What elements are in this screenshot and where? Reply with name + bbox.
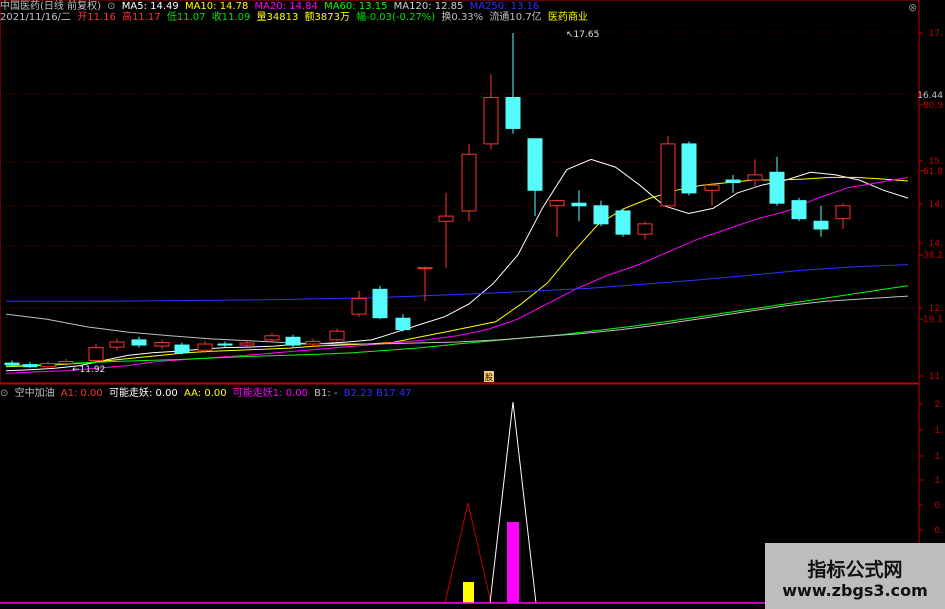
indicator-hidden-values: B2.23 B17.47 [343, 388, 412, 399]
candle-body [505, 96, 521, 129]
candle-body [483, 96, 499, 145]
indicator-tick-label: 2. [934, 400, 943, 410]
quote-high: 高11.17 [122, 12, 161, 23]
candle-body [131, 339, 147, 346]
quote-open: 开11.16 [77, 12, 116, 23]
candle-body [4, 362, 20, 366]
price-tick-label: 61.8 [923, 167, 943, 177]
candle-body [174, 344, 190, 354]
price-tick-label: 11. [929, 372, 943, 382]
price-tick-label: 15. [929, 157, 943, 167]
indicator-tick-label: 0. [934, 526, 943, 536]
ma20-value: MA20: 14.84 [254, 1, 318, 12]
quote-low: 低11.07 [166, 12, 206, 23]
candle-body [197, 343, 213, 351]
watermark-title: 指标公式网 [807, 559, 903, 581]
indicator-a1: A1: 0.00 [60, 388, 103, 399]
indicator-kn1: 可能走妖1: 0.00 [232, 388, 308, 399]
indicator-aa: AA: 0.00 [184, 388, 227, 399]
candle-body [372, 288, 388, 319]
indicator-kn: 可能走妖: 0.00 [108, 388, 178, 399]
high-price-label: ↖17.65 [566, 30, 599, 40]
candle-body [88, 347, 104, 362]
quote-header: 2021/11/16/二 开11.16 高11.17 低11.07 收11.09… [0, 12, 591, 24]
price-tick-label: 14. [929, 200, 943, 210]
stock-chart[interactable]: ↖17.65 ←11.92 股 17. 16.4480.9 15.61.8 14. 14. 3… [0, 0, 945, 609]
candle-body [704, 184, 720, 191]
price-tick-label: 12. [929, 304, 943, 314]
candle-body [791, 200, 807, 220]
indicator-settings-icon[interactable]: ⊙ [0, 388, 8, 399]
event-marker-label: 股 [485, 373, 493, 382]
candle-body [239, 342, 255, 346]
indicator-b1: B1: - [314, 388, 338, 399]
price-tick-label: 80.9 [923, 101, 943, 111]
candle-body [438, 215, 454, 222]
candle-body [681, 143, 697, 194]
indicator-tick-label: 0. [934, 501, 943, 511]
candle-body [571, 202, 587, 207]
price-tick-label: 17. [929, 29, 943, 39]
indicator-header: ⊙ 空中加油 A1: 0.00 可能走妖: 0.00 AA: 0.00 可能走妖… [0, 388, 415, 400]
candle-body [461, 153, 477, 212]
price-tick-label: 16.44 [917, 91, 943, 101]
candle-body [395, 317, 411, 331]
indicator-bar-yellow [463, 582, 474, 603]
candle-body [769, 171, 785, 204]
ma120-line [5, 295, 909, 345]
price-tick-label: 14. [929, 239, 943, 249]
ma120-value: MA120: 12.85 [393, 1, 464, 12]
candle-body [593, 205, 609, 225]
candle-body [725, 179, 741, 184]
candle-body [835, 205, 851, 220]
candle-body [351, 298, 367, 315]
candle-body [615, 210, 631, 235]
candle-body [549, 200, 565, 207]
quote-float-cap: 流通10.7亿 [489, 12, 542, 23]
candle-body [109, 341, 125, 348]
ma60-value: MA60: 13.15 [324, 1, 388, 12]
settings-icon[interactable]: ⊙ [107, 1, 115, 12]
candle-body [40, 363, 56, 368]
ma10-value: MA10: 14.78 [184, 1, 249, 12]
candle-body [154, 341, 170, 347]
price-axis: 17. 16.4480.9 15.61.8 14. 14. 38.2 12.19.1 11. 2… [917, 29, 943, 536]
candle-body [58, 361, 74, 365]
indicator-tick-label: 1. [934, 476, 943, 486]
candle-body [747, 174, 763, 181]
indicator-tick-label: 1. [934, 452, 943, 462]
watermark: 指标公式网 www.zbgs3.com [765, 543, 945, 609]
ma5-value: MA5: 14.49 [121, 1, 179, 12]
candle-body [527, 138, 543, 191]
quote-industry: 医药商业 [547, 12, 588, 23]
candle-body [217, 343, 233, 346]
quote-amount: 额3873万 [304, 12, 350, 23]
close-icon[interactable]: ⊗ [908, 1, 922, 14]
stock-title: 中国医药(日线 前复权) [0, 1, 101, 12]
candle-body [417, 267, 433, 270]
ma250-line [6, 264, 909, 302]
price-tick-label: 38.2 [923, 251, 943, 261]
candle-body [813, 220, 829, 230]
indicator-name: 空中加油 [14, 388, 55, 399]
candle-body [305, 340, 321, 345]
quote-change: 幅-0.03(-0.27%) [356, 12, 436, 23]
price-tick-label: 19.1 [923, 315, 943, 325]
indicator-bar-magenta [507, 522, 519, 603]
candle-body [22, 364, 38, 368]
ma250-value: MA250: 13.16 [469, 1, 540, 12]
indicator-tick-label: 1. [934, 426, 943, 436]
quote-close: 收11.09 [211, 12, 251, 23]
candle-body [329, 330, 345, 341]
quote-turnover: 换0.33% [441, 12, 484, 23]
candle-body [264, 335, 280, 341]
quote-volume: 量34813 [256, 12, 299, 23]
watermark-url: www.zbgs3.com [782, 581, 928, 600]
candle-body [637, 223, 653, 235]
candle-body [285, 336, 301, 346]
candle-body [660, 143, 676, 207]
low-price-label: ←11.92 [72, 365, 105, 375]
quote-date: 2021/11/16/二 [0, 12, 72, 23]
